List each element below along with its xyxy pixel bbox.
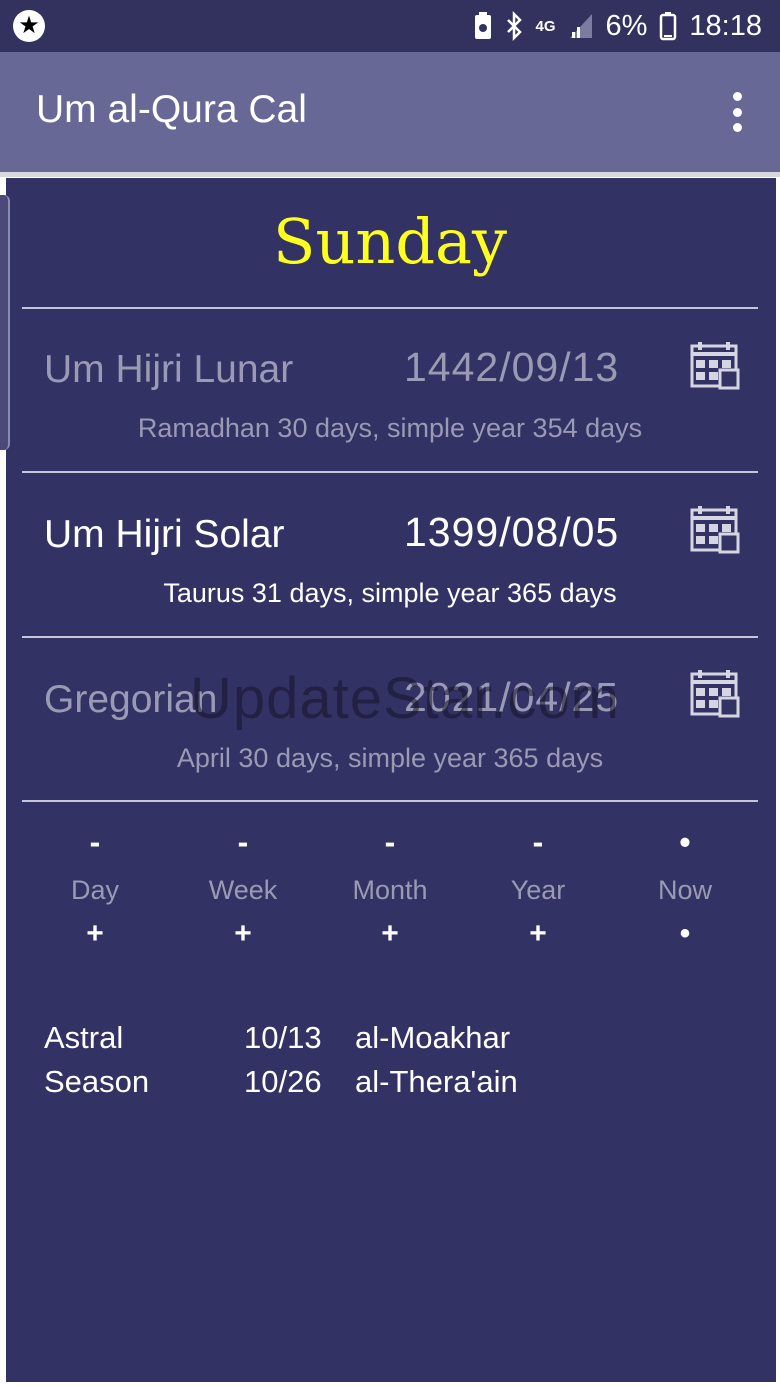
calendar-icon[interactable]: [690, 670, 742, 720]
divider: [22, 800, 758, 802]
battery-icon: [660, 12, 677, 41]
calendar-subtitle-hijri-lunar: Ramadhan 30 days, simple year 354 days: [137, 413, 643, 443]
week-minus-button[interactable]: -: [168, 824, 318, 861]
info-name-astral: al-Moakhar: [355, 1020, 511, 1055]
now-label: Now: [657, 875, 712, 905]
status-bar: ★ 4G 6% 18:18: [0, 0, 780, 52]
week-plus-button[interactable]: +: [168, 917, 318, 951]
stepper-now: • Now •: [610, 820, 760, 950]
month-label: Month: [352, 875, 428, 905]
calendar-name-hijri-lunar[interactable]: Um Hijri Lunar: [44, 348, 293, 392]
divider: [22, 636, 758, 638]
month-minus-button[interactable]: -: [315, 824, 465, 861]
stepper-week: - Week +: [168, 820, 318, 950]
year-plus-button[interactable]: +: [463, 917, 613, 951]
battery-saver-icon: [475, 12, 492, 39]
info-label-season: Season: [44, 1064, 150, 1099]
stepper-day: - Day +: [20, 820, 170, 950]
day-name: Sunday: [272, 205, 507, 278]
month-plus-button[interactable]: +: [315, 917, 465, 951]
app-title: Um al-Qura Cal: [36, 88, 307, 131]
network-type: 4G: [535, 17, 556, 35]
year-minus-button[interactable]: -: [463, 824, 613, 861]
info-name-season: al-Thera'ain: [355, 1064, 518, 1099]
status-icons: 4G 6% 18:18: [473, 8, 762, 44]
watermark: UpdateStar.com: [190, 666, 620, 731]
bluetooth-icon: [507, 11, 523, 41]
info-label-astral: Astral: [44, 1020, 124, 1055]
day-plus-button[interactable]: +: [20, 917, 170, 951]
week-label: Week: [208, 875, 278, 905]
now-bottom-button[interactable]: •: [610, 917, 760, 951]
calendar-icon[interactable]: [690, 506, 742, 556]
now-top-button[interactable]: •: [610, 824, 760, 861]
day-label: Day: [70, 875, 119, 905]
calendar-date-hijri-lunar[interactable]: 1442/09/13: [404, 344, 619, 391]
info-date-season: 10/26: [244, 1064, 322, 1099]
overflow-menu-icon[interactable]: [730, 92, 744, 132]
year-label: Year: [510, 875, 566, 905]
calendar-icon[interactable]: [690, 342, 742, 392]
calendar-subtitle-gregorian: April 30 days, simple year 365 days: [176, 743, 604, 773]
app-bar: Um al-Qura Cal: [0, 52, 780, 177]
stepper-year: - Year +: [463, 820, 613, 950]
calendar-name-hijri-solar[interactable]: Um Hijri Solar: [44, 513, 285, 557]
divider: [22, 307, 758, 309]
calendar-date-hijri-solar[interactable]: 1399/08/05: [404, 509, 619, 556]
stepper-month: - Month +: [315, 820, 465, 950]
clock: 18:18: [689, 9, 762, 42]
star-notification-icon: ★: [13, 10, 45, 42]
info-date-astral: 10/13: [244, 1020, 322, 1055]
divider: [22, 471, 758, 473]
day-minus-button[interactable]: -: [20, 824, 170, 861]
battery-percent: 6%: [605, 9, 648, 42]
signal-icon: [569, 14, 592, 38]
calendar-subtitle-hijri-solar: Taurus 31 days, simple year 365 days: [163, 578, 617, 608]
